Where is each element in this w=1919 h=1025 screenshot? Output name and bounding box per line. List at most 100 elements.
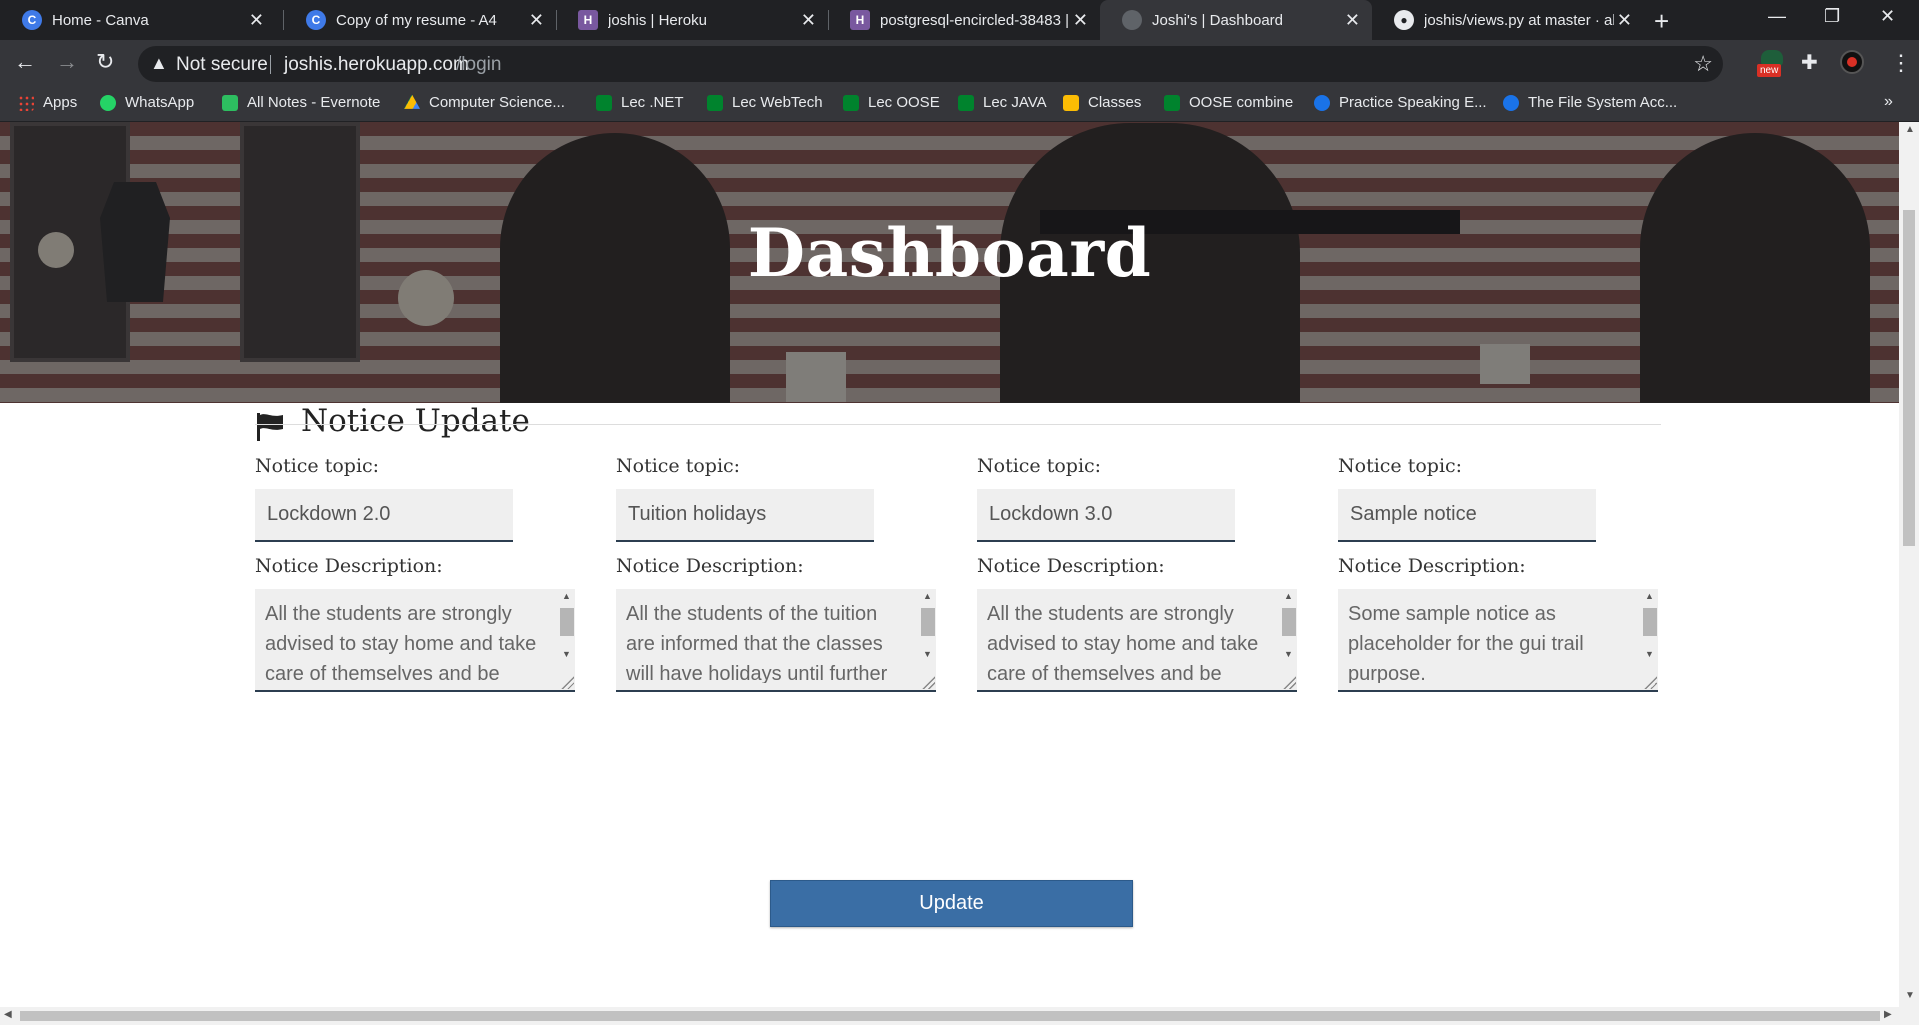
- close-tab-icon[interactable]: ✕: [249, 10, 264, 31]
- scroll-left-icon[interactable]: ◀: [4, 1009, 12, 1020]
- notice-description-textarea[interactable]: All the students are strongly advised to…: [255, 589, 575, 692]
- url-path[interactable]: /login: [456, 54, 501, 76]
- bookmark-label: Apps: [43, 94, 78, 111]
- scroll-thumb[interactable]: [1903, 210, 1915, 546]
- resize-grip-icon[interactable]: [560, 675, 574, 689]
- bookmark-practice-speaking[interactable]: Practice Speaking E...: [1314, 94, 1487, 111]
- menu-kebab-icon[interactable]: ⋮: [1890, 50, 1912, 76]
- notice-description-label: Notice Description:: [1338, 555, 1526, 577]
- page-title-text: Dashboard: [747, 214, 1152, 292]
- notice-card: Notice topic: Lockdown 3.0 Notice Descri…: [977, 455, 1297, 692]
- bookmark-lec-java[interactable]: Lec JAVA: [958, 94, 1047, 111]
- close-tab-icon[interactable]: ✕: [801, 10, 816, 31]
- tab-heroku[interactable]: H joshis | Heroku ✕: [556, 0, 828, 40]
- globe-icon: [1122, 10, 1142, 30]
- page-vertical-scrollbar[interactable]: ▲ ▼: [1899, 122, 1919, 1007]
- notice-description-text[interactable]: Some sample notice as placeholder for th…: [1348, 599, 1628, 683]
- heroku-icon: H: [850, 10, 870, 30]
- scroll-right-icon[interactable]: ▶: [1884, 1009, 1892, 1020]
- scroll-thumb[interactable]: [1282, 608, 1296, 636]
- bookmark-computer-science[interactable]: Computer Science...: [404, 94, 565, 111]
- bookmark-file-system-access[interactable]: The File System Acc...: [1503, 94, 1677, 111]
- close-tab-icon[interactable]: ✕: [1345, 10, 1360, 31]
- security-label[interactable]: Not secure: [176, 54, 268, 76]
- notice-description-textarea[interactable]: Some sample notice as placeholder for th…: [1338, 589, 1658, 692]
- reload-icon[interactable]: ↻: [96, 49, 114, 75]
- notice-description-textarea[interactable]: All the students of the tuition are info…: [616, 589, 936, 692]
- scroll-down-icon[interactable]: ▼: [1645, 649, 1654, 659]
- address-bar[interactable]: ▲ Not secure joshis.herokuapp.com /login…: [138, 46, 1723, 82]
- google-drive-icon: [404, 94, 420, 109]
- page-viewport: Dashboard Notice Update Notice topic: Lo…: [0, 122, 1899, 1007]
- scroll-up-icon[interactable]: ▲: [1645, 591, 1654, 601]
- google-classroom-icon: [1063, 94, 1079, 111]
- notice-topic-label: Notice topic:: [616, 455, 741, 477]
- flag-icon: [257, 413, 283, 441]
- scroll-down-icon[interactable]: ▼: [1284, 649, 1293, 659]
- warning-icon[interactable]: ▲: [150, 53, 168, 74]
- bookmark-label: Lec JAVA: [983, 94, 1047, 111]
- extensions-puzzle-icon[interactable]: ✚: [1801, 50, 1818, 75]
- scroll-up-icon[interactable]: ▲: [1284, 591, 1293, 601]
- notice-description-text[interactable]: All the students of the tuition are info…: [626, 599, 906, 683]
- extension-new-icon[interactable]: new: [1757, 50, 1787, 78]
- forward-icon[interactable]: →: [56, 49, 78, 75]
- tab-postgresql[interactable]: H postgresql-encircled-38483 | ✕: [828, 0, 1100, 40]
- bookmark-lec-webtech[interactable]: Lec WebTech: [707, 94, 823, 111]
- tab-home-canva[interactable]: C Home - Canva ✕: [0, 0, 276, 40]
- google-meet-icon: [1164, 94, 1180, 111]
- google-meet-icon: [843, 94, 859, 111]
- scroll-thumb[interactable]: [921, 608, 935, 636]
- scroll-up-icon[interactable]: ▲: [1905, 124, 1915, 135]
- bookmark-whatsapp[interactable]: WhatsApp: [100, 94, 194, 111]
- bookmark-evernote[interactable]: All Notes - Evernote: [222, 94, 380, 111]
- scroll-thumb[interactable]: [20, 1011, 1880, 1021]
- scroll-thumb[interactable]: [1643, 608, 1657, 636]
- profile-extension-icon[interactable]: [1840, 50, 1864, 74]
- scroll-thumb[interactable]: [560, 608, 574, 636]
- scroll-up-icon[interactable]: ▲: [923, 591, 932, 601]
- google-meet-icon: [958, 94, 974, 111]
- notice-description-label: Notice Description:: [616, 555, 804, 577]
- close-window-icon[interactable]: ✕: [1880, 6, 1895, 27]
- url-host[interactable]: joshis.herokuapp.com: [284, 54, 469, 76]
- tab-github[interactable]: ● joshis/views.py at master · ab ✕: [1372, 0, 1644, 40]
- update-button[interactable]: Update: [770, 880, 1133, 927]
- tab-dashboard[interactable]: Joshi's | Dashboard ✕: [1100, 0, 1372, 40]
- notice-topic-input[interactable]: Tuition holidays: [616, 489, 874, 542]
- new-tab-icon[interactable]: +: [1654, 6, 1669, 37]
- bookmark-oose-combine[interactable]: OOSE combine: [1164, 94, 1293, 111]
- bookmark-apps[interactable]: Apps: [18, 94, 77, 111]
- scroll-up-icon[interactable]: ▲: [562, 591, 571, 601]
- bookmark-classes[interactable]: Classes: [1063, 94, 1141, 111]
- notice-topic-input[interactable]: Sample notice: [1338, 489, 1596, 542]
- close-tab-icon[interactable]: ✕: [1617, 10, 1632, 31]
- bookmarks-bar: Apps WhatsApp All Notes - Evernote Compu…: [0, 88, 1919, 122]
- scroll-down-icon[interactable]: ▼: [923, 649, 932, 659]
- resize-grip-icon[interactable]: [921, 675, 935, 689]
- page-horizontal-scrollbar[interactable]: ◀ ▶: [0, 1007, 1919, 1025]
- scroll-down-icon[interactable]: ▼: [1905, 990, 1915, 1001]
- resize-grip-icon[interactable]: [1643, 675, 1657, 689]
- canva-icon: C: [306, 10, 326, 30]
- notice-description-text[interactable]: All the students are strongly advised to…: [987, 599, 1267, 683]
- resize-grip-icon[interactable]: [1282, 675, 1296, 689]
- notice-description-text[interactable]: All the students are strongly advised to…: [265, 599, 545, 683]
- notice-topic-input[interactable]: Lockdown 2.0: [255, 489, 513, 542]
- restore-icon[interactable]: ❐: [1824, 6, 1840, 27]
- close-tab-icon[interactable]: ✕: [529, 10, 544, 31]
- more-bookmarks-icon[interactable]: »: [1884, 93, 1893, 111]
- minimize-icon[interactable]: —: [1768, 6, 1786, 27]
- bookmark-lec-net[interactable]: Lec .NET: [596, 94, 684, 111]
- bookmark-star-icon[interactable]: ☆: [1693, 51, 1713, 77]
- notice-card: Notice topic: Sample notice Notice Descr…: [1338, 455, 1658, 692]
- back-icon[interactable]: ←: [14, 49, 36, 75]
- bookmark-lec-oose[interactable]: Lec OOSE: [843, 94, 940, 111]
- apps-grid-icon: [18, 94, 34, 111]
- scroll-down-icon[interactable]: ▼: [562, 649, 571, 659]
- close-tab-icon[interactable]: ✕: [1073, 10, 1088, 31]
- tab-resume[interactable]: C Copy of my resume - A4 ✕: [284, 0, 556, 40]
- notice-description-textarea[interactable]: All the students are strongly advised to…: [977, 589, 1297, 692]
- bookmark-label: Lec WebTech: [732, 94, 823, 111]
- notice-topic-input[interactable]: Lockdown 3.0: [977, 489, 1235, 542]
